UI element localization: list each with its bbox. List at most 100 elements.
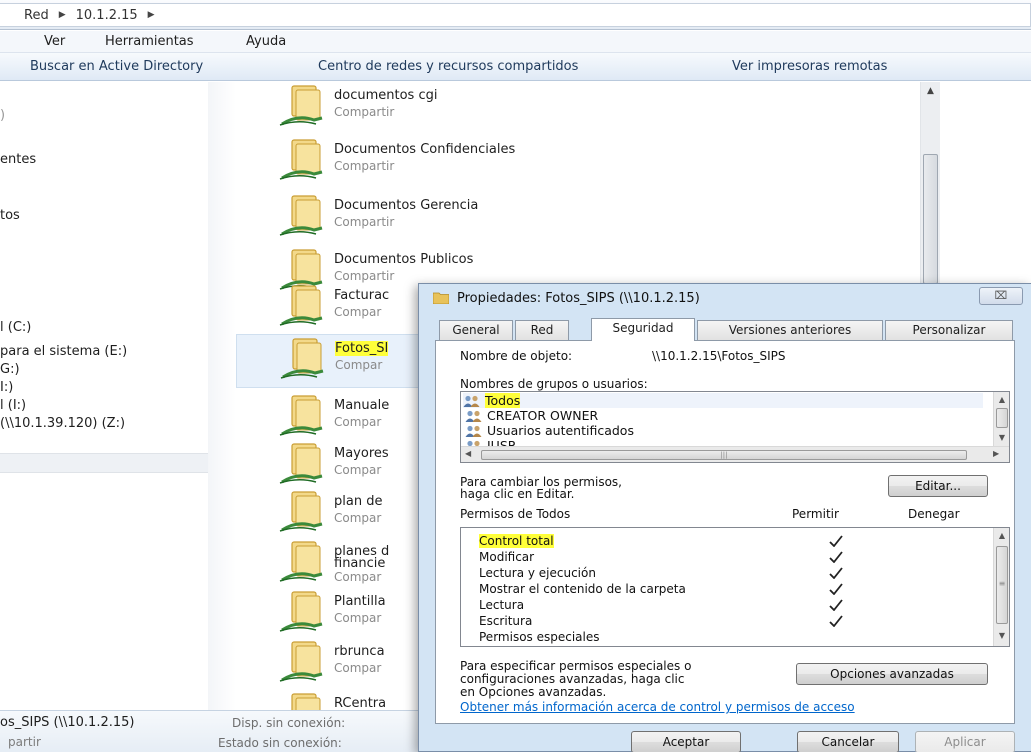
- nav-item-drive-i[interactable]: l (I:): [0, 398, 26, 413]
- share-item[interactable]: Documentos Gerencia Compartir: [236, 192, 656, 246]
- remote-printers-button[interactable]: Ver impresoras remotas: [732, 59, 887, 74]
- explorer-window: Red ▶ 10.1.2.15 ▶ ​ Ver Herramientas Ayu…: [0, 0, 1031, 752]
- shared-folder-icon: [276, 194, 328, 240]
- share-item[interactable]: Documentos Confidenciales Compartir: [236, 136, 656, 190]
- address-bar[interactable]: Red ▶ 10.1.2.15 ▶: [0, 3, 1031, 27]
- scroll-up-arrow-icon[interactable]: ▲: [921, 82, 940, 100]
- share-type: Compartir: [334, 215, 395, 229]
- breadcrumb-arrow-icon[interactable]: ▶: [148, 10, 155, 20]
- permission-name: Escritura: [479, 614, 533, 628]
- nav-item-drive-z[interactable]: (\\10.1.39.120) (Z:): [0, 416, 125, 431]
- shared-folder-icon: [276, 540, 328, 586]
- shared-folder-icon: [276, 394, 328, 440]
- menu-ayuda[interactable]: Ayuda: [246, 34, 286, 49]
- dialog-title: Propiedades: Fotos_SIPS (\\10.1.2.15): [457, 290, 700, 306]
- groups-label: Nombres de grupos o usuarios:: [460, 377, 648, 391]
- permission-name: Lectura: [479, 598, 525, 612]
- group-row[interactable]: CREATOR OWNER: [465, 408, 598, 423]
- scroll-up-arrow-icon[interactable]: ▲: [994, 528, 1009, 544]
- group-row[interactable]: Usuarios autentificados: [465, 423, 634, 438]
- folder-icon: [433, 292, 449, 304]
- shared-folder-icon: [276, 490, 328, 536]
- allow-check-icon: [829, 548, 843, 564]
- nav-item-drive-i-short[interactable]: I:): [0, 380, 13, 395]
- nav-item-drive-g[interactable]: G:): [0, 362, 20, 377]
- command-bar: Buscar en Active Directory Centro de red…: [0, 53, 1031, 81]
- breadcrumb-network[interactable]: Red: [24, 8, 49, 23]
- permission-name: Control total: [479, 534, 554, 548]
- permission-name: Mostrar el contenido de la carpeta: [479, 582, 686, 596]
- scroll-down-arrow-icon[interactable]: ▼: [994, 628, 1009, 644]
- tab-general[interactable]: General: [439, 320, 513, 340]
- nav-item-recientes[interactable]: entes: [0, 152, 36, 167]
- scroll-right-arrow-icon[interactable]: ▶: [993, 449, 999, 458]
- tab-versiones-anteriores[interactable]: Versiones anteriores: [697, 320, 883, 340]
- scroll-down-arrow-icon[interactable]: ▼: [994, 430, 1009, 446]
- permissions-scroll-thumb[interactable]: ≡: [996, 546, 1008, 624]
- apply-button[interactable]: Aplicar: [915, 731, 1015, 752]
- shared-folder-icon: [276, 590, 328, 636]
- group-row[interactable]: Todos: [463, 393, 983, 408]
- groups-list[interactable]: Todos CREATOR OWNER Usuarios autentificado…: [460, 391, 1010, 463]
- share-name: Documentos Publicos: [334, 252, 474, 267]
- breadcrumb-host[interactable]: 10.1.2.15: [76, 8, 138, 23]
- pane-splitter[interactable]: [208, 82, 236, 710]
- edit-button[interactable]: Editar...: [888, 475, 988, 497]
- share-type: Compar: [334, 570, 382, 584]
- share-name: Manuale: [334, 398, 390, 413]
- share-item[interactable]: documentos cgi Compartir: [236, 82, 656, 136]
- offline-availability-label: Disp. sin conexión:: [232, 716, 346, 730]
- permissions-list: Control total Modificar Lectura y ejecució…: [460, 527, 1010, 647]
- menu-ver[interactable]: Ver: [44, 34, 65, 49]
- shared-folder-icon: [277, 337, 329, 383]
- tab-red[interactable]: Red: [515, 320, 569, 340]
- tab-seguridad[interactable]: Seguridad: [591, 318, 695, 341]
- scroll-left-arrow-icon[interactable]: ◀: [465, 449, 471, 458]
- learn-more-link[interactable]: Obtener más información acerca de contro…: [460, 700, 855, 714]
- group-name: Usuarios autentificados: [487, 423, 634, 438]
- nav-item-drive-e[interactable]: para el sistema (E:): [0, 344, 127, 359]
- close-button[interactable]: ⌧: [979, 287, 1023, 305]
- allow-header: Permitir: [792, 507, 839, 521]
- permissions-scrollbar[interactable]: ▲ ≡ ▼: [993, 528, 1009, 646]
- groups-scroll-thumb[interactable]: [996, 408, 1008, 428]
- share-name: Mayores: [334, 446, 389, 461]
- share-name: Documentos Confidenciales: [334, 142, 516, 157]
- breadcrumb-arrow-icon[interactable]: ▶: [59, 10, 66, 20]
- permission-name: Permisos especiales: [479, 630, 600, 644]
- dialog-title-bar[interactable]: Propiedades: Fotos_SIPS (\\10.1.2.15): [419, 284, 1031, 312]
- shared-folder-icon: [276, 442, 328, 488]
- shared-folder-icon: [276, 284, 328, 330]
- special-perms-line1: Para especificar permisos especiales o: [460, 659, 692, 673]
- details-share-name: os_SIPS (\\10.1.2.15): [0, 715, 135, 730]
- groups-hscroll-thumb[interactable]: |||: [481, 450, 967, 460]
- cancel-button[interactable]: Cancelar: [797, 731, 899, 752]
- tab-personalizar[interactable]: Personalizar: [885, 320, 1013, 340]
- menu-bar: ​ Ver Herramientas Ayuda: [0, 31, 1031, 53]
- change-perms-line2: haga clic en Editar.: [460, 487, 575, 501]
- details-share-sub: partir: [8, 735, 41, 749]
- share-type: Compar: [334, 511, 382, 525]
- users-icon: [465, 410, 483, 422]
- share-name: documentos cgi: [334, 88, 438, 103]
- special-perms-line2: configuraciones avanzadas, haga clic: [460, 672, 685, 686]
- address-bar-area: Red ▶ 10.1.2.15 ▶: [0, 0, 1031, 30]
- permission-name: Modificar: [479, 550, 535, 564]
- ok-button[interactable]: Aceptar: [631, 731, 741, 752]
- menu-herramientas[interactable]: Herramientas: [105, 34, 194, 49]
- groups-scrollbar[interactable]: ▲ ▼: [993, 392, 1009, 446]
- security-panel: Nombre de objeto: \\10.1.2.15\Fotos_SIPS…: [435, 340, 1015, 724]
- scroll-thumb[interactable]: [923, 154, 938, 284]
- share-type: Compar: [334, 463, 382, 477]
- network-sharing-center-button[interactable]: Centro de redes y recursos compartidos: [318, 59, 578, 74]
- allow-check-icon: [829, 532, 843, 548]
- nav-item-documentos[interactable]: tos: [0, 208, 20, 223]
- scroll-up-arrow-icon[interactable]: ▲: [994, 392, 1009, 408]
- nav-item-drive-c[interactable]: l (C:): [0, 320, 31, 335]
- search-active-directory-button[interactable]: Buscar en Active Directory: [30, 59, 203, 74]
- group-name: Todos: [485, 393, 521, 408]
- groups-hscrollbar[interactable]: ◀ ||| ▶: [461, 446, 1009, 462]
- navigation-pane: ) entes tos l (C:) para el sistema (E:) …: [0, 82, 208, 710]
- advanced-options-button[interactable]: Opciones avanzadas: [796, 663, 988, 685]
- allow-check-icon: [829, 596, 843, 612]
